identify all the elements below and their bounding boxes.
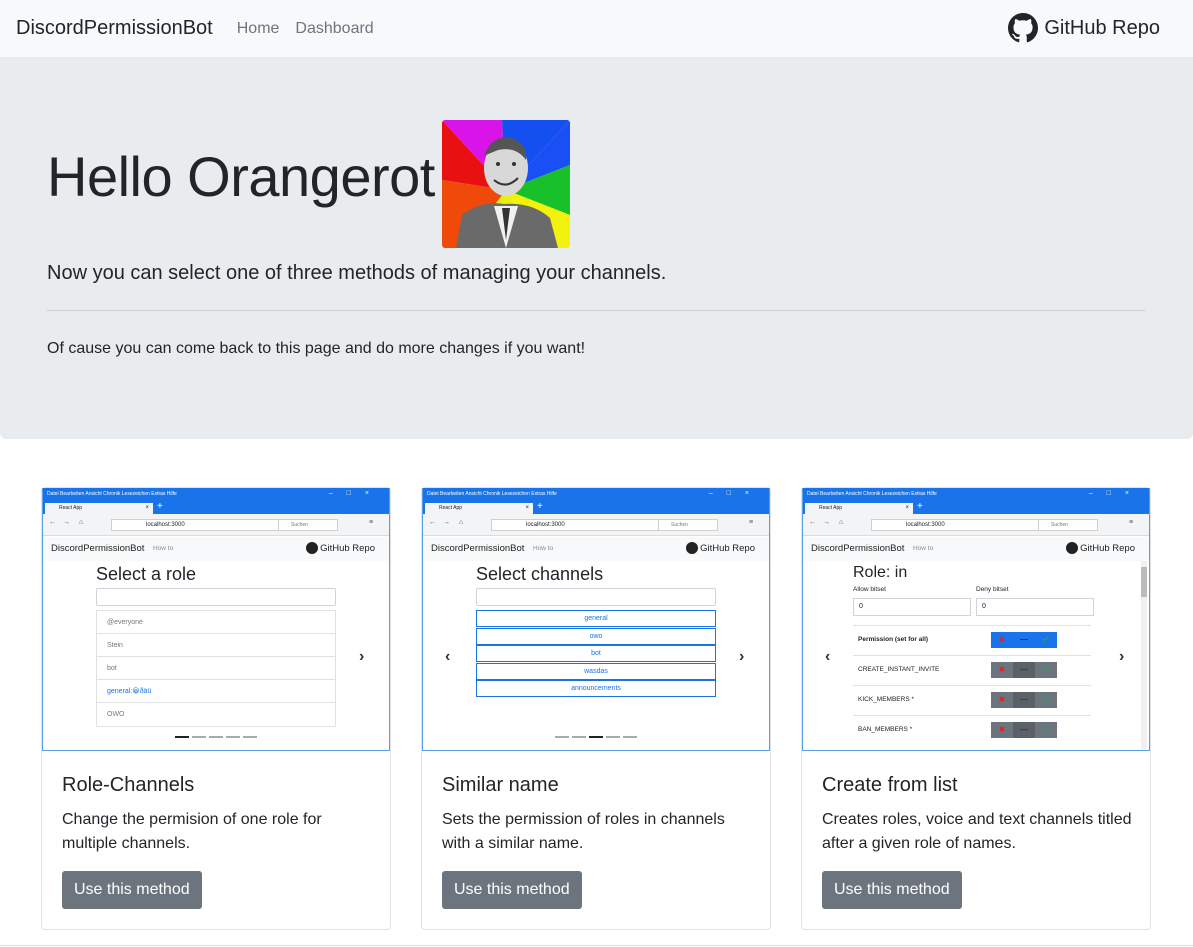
use-method-button[interactable]: Use this method — [62, 871, 202, 909]
home-icon: ⌂ — [839, 519, 844, 526]
user-avatar — [442, 120, 570, 248]
github-icon — [1066, 542, 1079, 554]
github-icon — [306, 542, 319, 554]
home-icon: ⌂ — [459, 519, 464, 526]
chevron-right-icon: › — [359, 648, 365, 665]
card-title: Role-Channels — [62, 774, 195, 796]
card-title: Create from list — [822, 774, 958, 796]
navbar: DiscordPermissionBot Home Dashboard GitH… — [0, 0, 1193, 57]
card-preview-screenshot: Datei Bearbeiten Ansicht Chronik Lesezei… — [802, 488, 1150, 751]
github-icon — [1008, 13, 1039, 43]
method-card-create-from-list: Datei Bearbeiten Ansicht Chronik Lesezei… — [801, 487, 1151, 930]
method-card-role-channels: Datei Bearbeiten Ansicht Chronik Lesezei… — [41, 487, 391, 930]
divider — [47, 310, 1145, 311]
forward-icon: → — [823, 519, 830, 526]
chevron-left-icon: ‹ — [445, 648, 451, 665]
card-title: Similar name — [442, 774, 559, 796]
card-text: Sets the permission of roles in channels… — [442, 811, 725, 852]
back-icon: ← — [809, 519, 816, 526]
jumbotron — [0, 57, 1193, 439]
card-preview-screenshot: Datei Bearbeiten Ansicht Chronik Lesezei… — [42, 488, 390, 751]
scrollbar — [1141, 561, 1147, 749]
navbar-brand[interactable]: DiscordPermissionBot — [16, 17, 213, 40]
chevron-right-icon: › — [1119, 648, 1125, 665]
github-repo-link[interactable]: GitHub Repo — [1008, 13, 1160, 43]
forward-icon: → — [63, 519, 70, 526]
back-icon: ← — [49, 519, 56, 526]
back-icon: ← — [429, 519, 436, 526]
card-text: Creates roles, voice and text channels t… — [822, 811, 1132, 852]
use-method-button[interactable]: Use this method — [442, 871, 582, 909]
jumbotron-note: Of cause you can come back to this page … — [47, 340, 586, 357]
home-icon: ⌂ — [79, 519, 84, 526]
method-card-similar-name: Datei Bearbeiten Ansicht Chronik Lesezei… — [421, 487, 771, 930]
nav-link-home[interactable]: Home — [237, 20, 280, 38]
menu-icon: ≡ — [749, 519, 754, 526]
nav-link-dashboard[interactable]: Dashboard — [295, 20, 373, 38]
chevron-left-icon: ‹ — [825, 648, 831, 665]
menu-icon: ≡ — [1129, 519, 1134, 526]
use-method-button[interactable]: Use this method — [822, 871, 962, 909]
jumbotron-lead: Now you can select one of three methods … — [47, 262, 667, 284]
github-icon — [686, 542, 699, 554]
footer-divider — [0, 945, 1193, 946]
page-title: Hello Orangerot — [47, 145, 435, 208]
forward-icon: → — [443, 519, 450, 526]
menu-icon: ≡ — [369, 519, 374, 526]
github-repo-label: GitHub Repo — [1044, 16, 1160, 39]
card-preview-screenshot: Datei Bearbeiten Ansicht Chronik Lesezei… — [422, 488, 770, 751]
card-text: Change the permision of one role for mul… — [62, 811, 322, 852]
chevron-right-icon: › — [739, 648, 745, 665]
